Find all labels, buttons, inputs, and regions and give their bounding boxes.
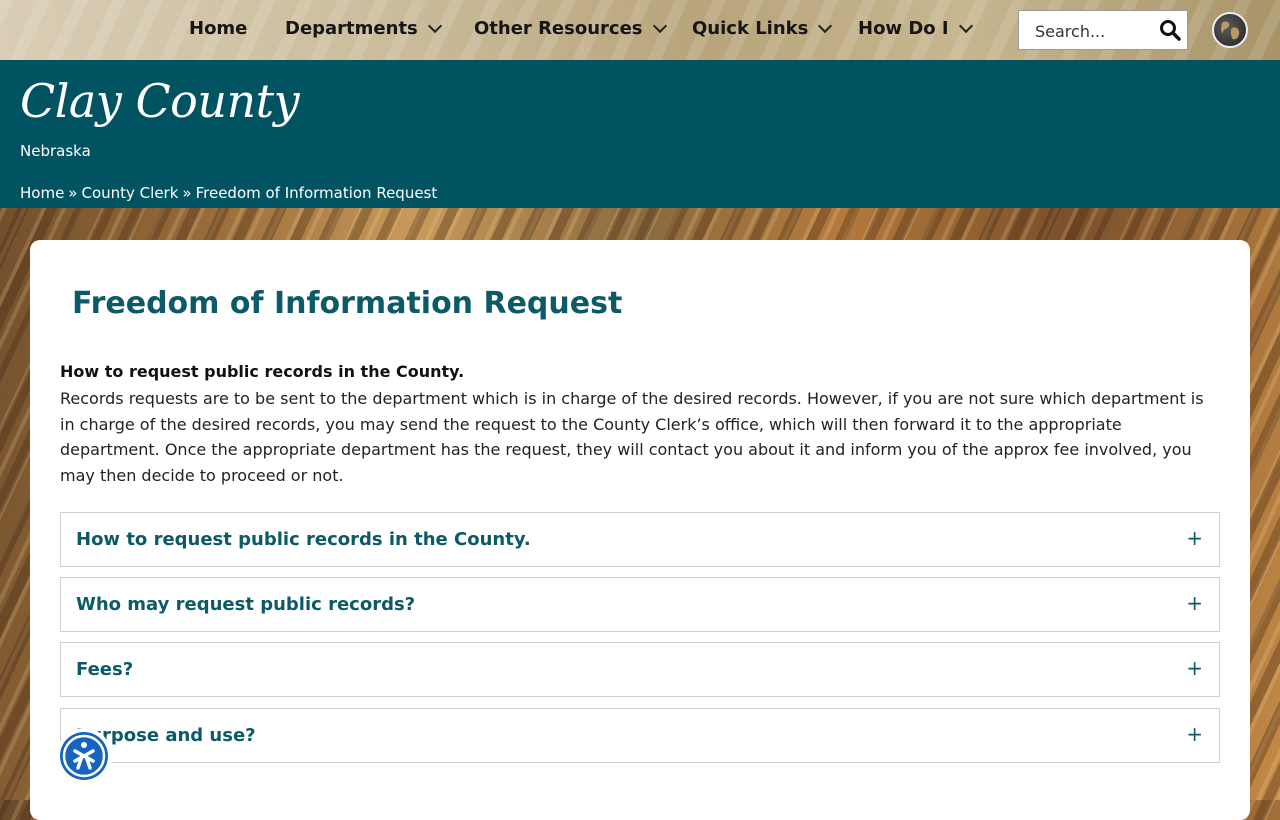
nav-departments-label: Departments [285,18,418,39]
accordion-item-fees[interactable]: Fees? + [60,642,1220,697]
plus-icon: + [1186,591,1203,615]
plus-icon: + [1186,526,1203,550]
search-icon[interactable] [1159,19,1181,41]
site-subtitle: Nebraska [20,142,91,160]
chevron-down-icon [427,18,442,34]
chevron-down-icon [818,18,833,34]
breadcrumb-current: Freedom of Information Request [195,184,438,202]
plus-icon: + [1186,722,1203,746]
nav-quick-links[interactable]: Quick Links [692,18,833,39]
chevron-down-icon [958,18,973,34]
nav-how-do-i-label: How Do I [858,18,949,39]
accordion-label: Who may request public records? [76,594,416,615]
accordion-item-who-may-request[interactable]: Who may request public records? + [60,577,1220,632]
nav-home-label: Home [189,18,248,39]
accordion-label: How to request public records in the Cou… [76,529,531,550]
accordion-item-how-to-request[interactable]: How to request public records in the Cou… [60,512,1220,567]
globe-icon[interactable] [1212,12,1248,48]
breadcrumb-county-clerk[interactable]: County Clerk [81,184,178,202]
nav-quick-links-label: Quick Links [692,18,809,39]
nav-other-resources-label: Other Resources [474,18,643,39]
nav-how-do-i[interactable]: How Do I [858,18,973,39]
content-card: Freedom of Information Request How to re… [30,240,1250,820]
top-nav-bar: Home Departments Other Resources Quick L… [0,0,1280,60]
accessibility-button[interactable] [56,728,112,784]
breadcrumb-home[interactable]: Home [20,184,64,202]
plus-icon: + [1186,656,1203,680]
search-input[interactable] [1019,11,1177,51]
nav-home[interactable]: Home [189,18,247,39]
accordion-item-purpose-and-use[interactable]: Purpose and use? + [60,708,1220,763]
chevron-down-icon [652,18,667,34]
intro-paragraph: Records requests are to be sent to the d… [60,389,1204,485]
intro-heading: How to request public records in the Cou… [60,362,465,381]
site-logo-title[interactable]: Clay County [20,74,300,128]
nav-departments[interactable]: Departments [285,18,442,39]
breadcrumb-separator: » [182,184,192,202]
breadcrumb-separator: » [68,184,78,202]
nav-other-resources[interactable]: Other Resources [474,18,667,39]
accordion-label: Fees? [76,659,134,680]
page-title: Freedom of Information Request [72,286,623,321]
search-box [1018,10,1188,51]
breadcrumb: Home» County Clerk» Freedom of Information… [20,184,437,202]
accessibility-icon [60,732,108,780]
site-header: Clay County Nebraska Home» County Clerk» F… [0,60,1280,208]
